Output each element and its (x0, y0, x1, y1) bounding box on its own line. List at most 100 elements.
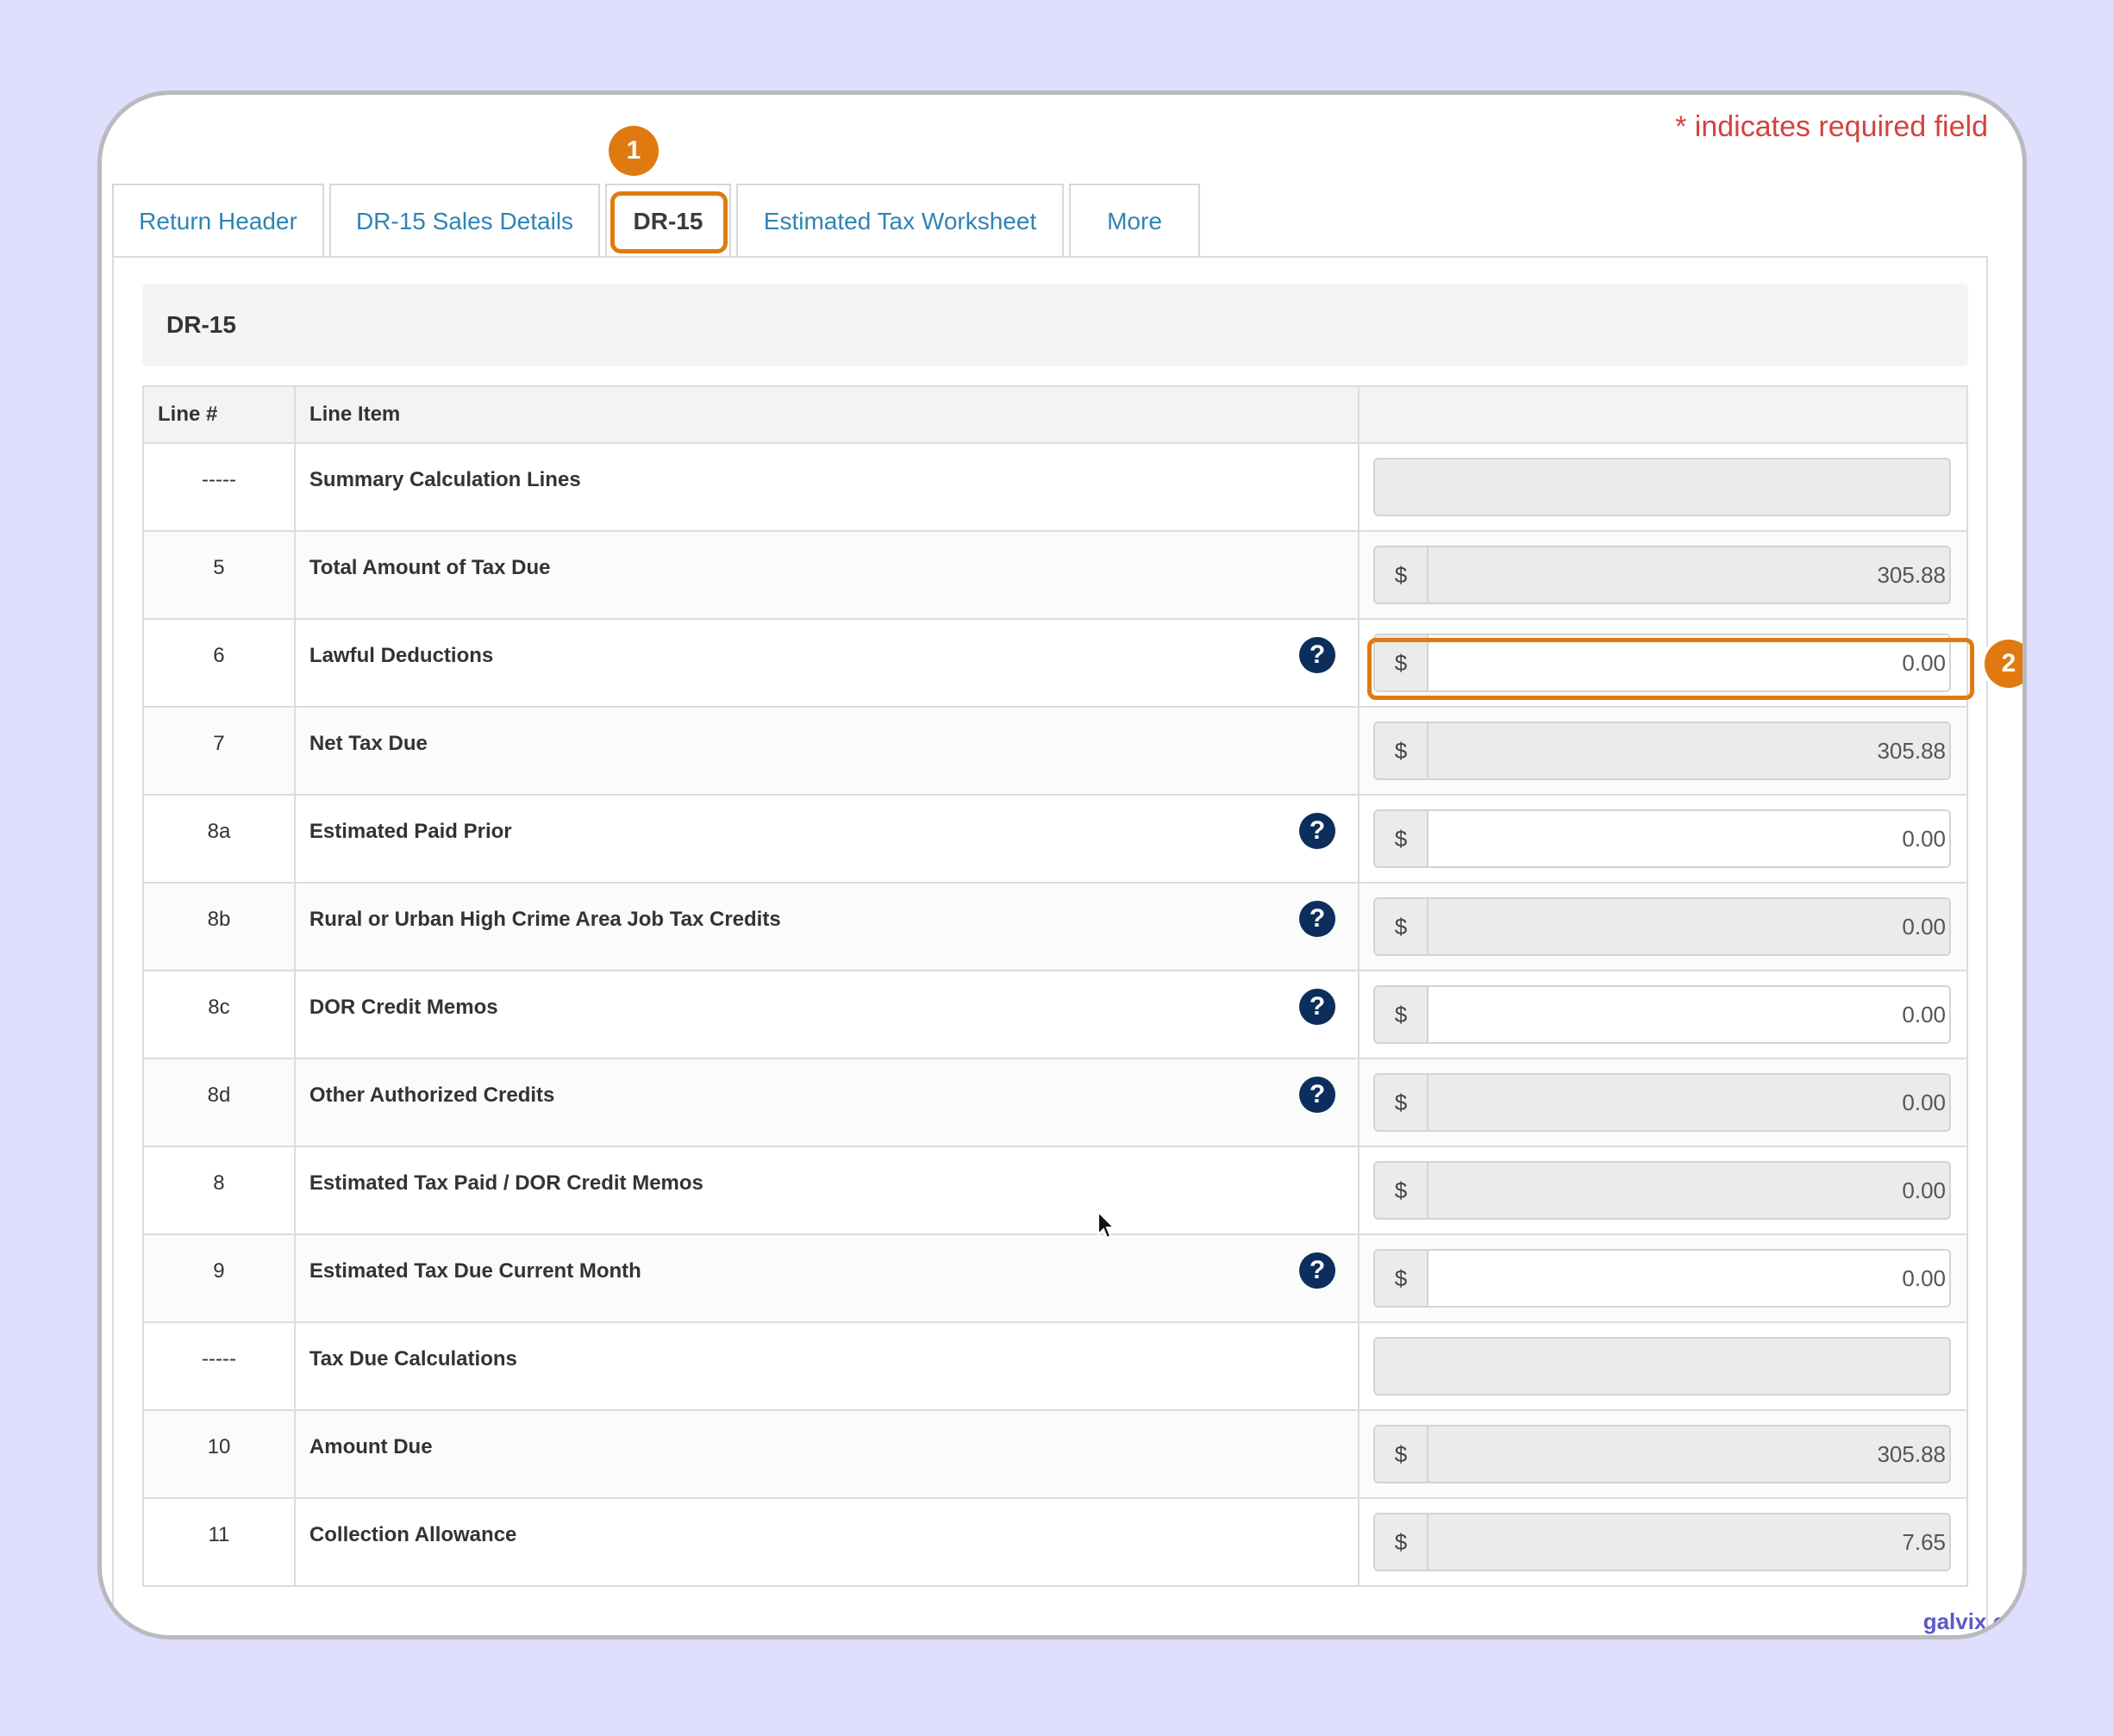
line-number: 6 (142, 618, 296, 708)
help-icon[interactable]: ? (1299, 1077, 1335, 1113)
value-cell: $ (1358, 1233, 1968, 1323)
currency-symbol: $ (1375, 811, 1428, 866)
help-icon[interactable]: ? (1299, 901, 1335, 937)
disabled-blank-field (1373, 1337, 1951, 1396)
amount-input[interactable] (1428, 811, 1949, 866)
line-item-label: Rural or Urban High Crime Area Job Tax C… (309, 908, 781, 931)
header-line-item: Line Item (293, 385, 1360, 444)
line-item-label: Estimated Paid Prior (309, 820, 512, 843)
value-cell (1358, 442, 1968, 532)
line-number: 9 (142, 1233, 296, 1323)
line-item-cell: Collection Allowance (293, 1497, 1360, 1587)
line-number: 8c (142, 970, 296, 1059)
amount-input (1428, 1163, 1949, 1218)
table-row: 5 Total Amount of Tax Due $ (142, 530, 1968, 620)
table-row: 8c DOR Credit Memos? $ (142, 970, 1968, 1059)
header-line-number: Line # (142, 385, 296, 444)
line-item-cell: Amount Due (293, 1409, 1360, 1499)
currency-symbol: $ (1375, 1251, 1428, 1306)
table-row: ----- Tax Due Calculations (142, 1321, 1968, 1411)
help-icon[interactable]: ? (1299, 813, 1335, 849)
line-item-label: Estimated Tax Paid / DOR Credit Memos (309, 1171, 703, 1195)
table-row: 7 Net Tax Due $ (142, 706, 1968, 796)
value-cell (1358, 1321, 1968, 1411)
line-item-label: Lawful Deductions (309, 644, 494, 667)
currency-field: $ (1373, 985, 1951, 1044)
line-number: 10 (142, 1409, 296, 1499)
tab-more[interactable]: More (1069, 184, 1200, 258)
currency-symbol: $ (1375, 547, 1428, 603)
table-header-row: Line # Line Item (142, 385, 1968, 444)
value-cell: $ (1358, 970, 1968, 1059)
currency-symbol: $ (1375, 899, 1428, 954)
help-icon[interactable]: ? (1299, 637, 1335, 673)
line-item-cell: Estimated Tax Paid / DOR Credit Memos (293, 1146, 1360, 1235)
value-cell: $ (1358, 794, 1968, 884)
line-number: 7 (142, 706, 296, 796)
table-body: ----- Summary Calculation Lines 5 Total Amo… (142, 442, 1968, 1587)
value-cell: $ (1358, 1058, 1968, 1147)
help-icon[interactable]: ? (1299, 1252, 1335, 1289)
amount-input (1428, 899, 1949, 954)
currency-field: $ (1373, 546, 1951, 604)
line-item-cell: Other Authorized Credits? (293, 1058, 1360, 1147)
line-number: 8a (142, 794, 296, 884)
line-number: 8b (142, 882, 296, 971)
table-row: 8 Estimated Tax Paid / DOR Credit Memos $ (142, 1146, 1968, 1235)
dr15-line-table: Line # Line Item ----- Summary Calculatio… (142, 385, 1968, 1587)
line-item-cell: Total Amount of Tax Due (293, 530, 1360, 620)
tab-return-header[interactable]: Return Header (112, 184, 324, 258)
line-number: ----- (142, 1321, 296, 1411)
table-row: 8d Other Authorized Credits? $ (142, 1058, 1968, 1147)
disabled-blank-field (1373, 458, 1951, 516)
amount-input (1428, 547, 1949, 603)
line-item-label: Total Amount of Tax Due (309, 556, 551, 579)
line-item-label: Amount Due (309, 1435, 433, 1458)
line-item-label: Summary Calculation Lines (309, 468, 581, 491)
section-title: DR-15 (142, 284, 1968, 366)
line-number: 8d (142, 1058, 296, 1147)
line-item-cell: Summary Calculation Lines (293, 442, 1360, 532)
amount-input (1428, 1514, 1949, 1570)
help-icon[interactable]: ? (1299, 989, 1335, 1025)
line-item-cell: Tax Due Calculations (293, 1321, 1360, 1411)
tab-panel: DR-15 Line # Line Item ----- Summary Calc… (112, 256, 1988, 1635)
line-item-cell: Net Tax Due (293, 706, 1360, 796)
amount-input (1428, 1075, 1949, 1130)
line-item-cell: Lawful Deductions? (293, 618, 1360, 708)
table-row: ----- Summary Calculation Lines (142, 442, 1968, 532)
line-item-label: Tax Due Calculations (309, 1347, 517, 1371)
field-highlight-box (1367, 638, 1974, 700)
line-item-label: Estimated Tax Due Current Month (309, 1259, 641, 1283)
amount-input (1428, 723, 1949, 778)
value-cell: $ (1358, 530, 1968, 620)
line-number: 8 (142, 1146, 296, 1235)
line-number: ----- (142, 442, 296, 532)
table-row: 9 Estimated Tax Due Current Month? $ (142, 1233, 1968, 1323)
currency-field: $ (1373, 1513, 1951, 1571)
currency-field: $ (1373, 1425, 1951, 1483)
mouse-cursor-icon (1097, 1211, 1116, 1240)
tab-highlight-box (610, 191, 728, 253)
tab-dr15-sales-details[interactable]: DR-15 Sales Details (329, 184, 600, 258)
value-cell: $ (1358, 882, 1968, 971)
line-item-label: Net Tax Due (309, 732, 428, 755)
step-badge-2: 2 (1985, 640, 2022, 688)
amount-input[interactable] (1428, 987, 1949, 1042)
header-value (1358, 385, 1968, 444)
value-cell: $ (1358, 706, 1968, 796)
amount-input[interactable] (1428, 1251, 1949, 1306)
table-row: 8b Rural or Urban High Crime Area Job Tax… (142, 882, 1968, 971)
app-frame: * indicates required field Return Header… (97, 91, 2027, 1639)
currency-field: $ (1373, 897, 1951, 956)
table-row: 11 Collection Allowance $ (142, 1497, 1968, 1587)
currency-field: $ (1373, 1073, 1951, 1132)
table-row: 8a Estimated Paid Prior? $ (142, 794, 1968, 884)
line-item-cell: Estimated Tax Due Current Month? (293, 1233, 1360, 1323)
line-item-label: DOR Credit Memos (309, 996, 498, 1019)
tab-estimated-tax-worksheet[interactable]: Estimated Tax Worksheet (736, 184, 1064, 258)
value-cell: $ (1358, 1409, 1968, 1499)
table-row: 10 Amount Due $ (142, 1409, 1968, 1499)
currency-symbol: $ (1375, 1427, 1428, 1482)
line-item-label: Other Authorized Credits (309, 1083, 555, 1107)
